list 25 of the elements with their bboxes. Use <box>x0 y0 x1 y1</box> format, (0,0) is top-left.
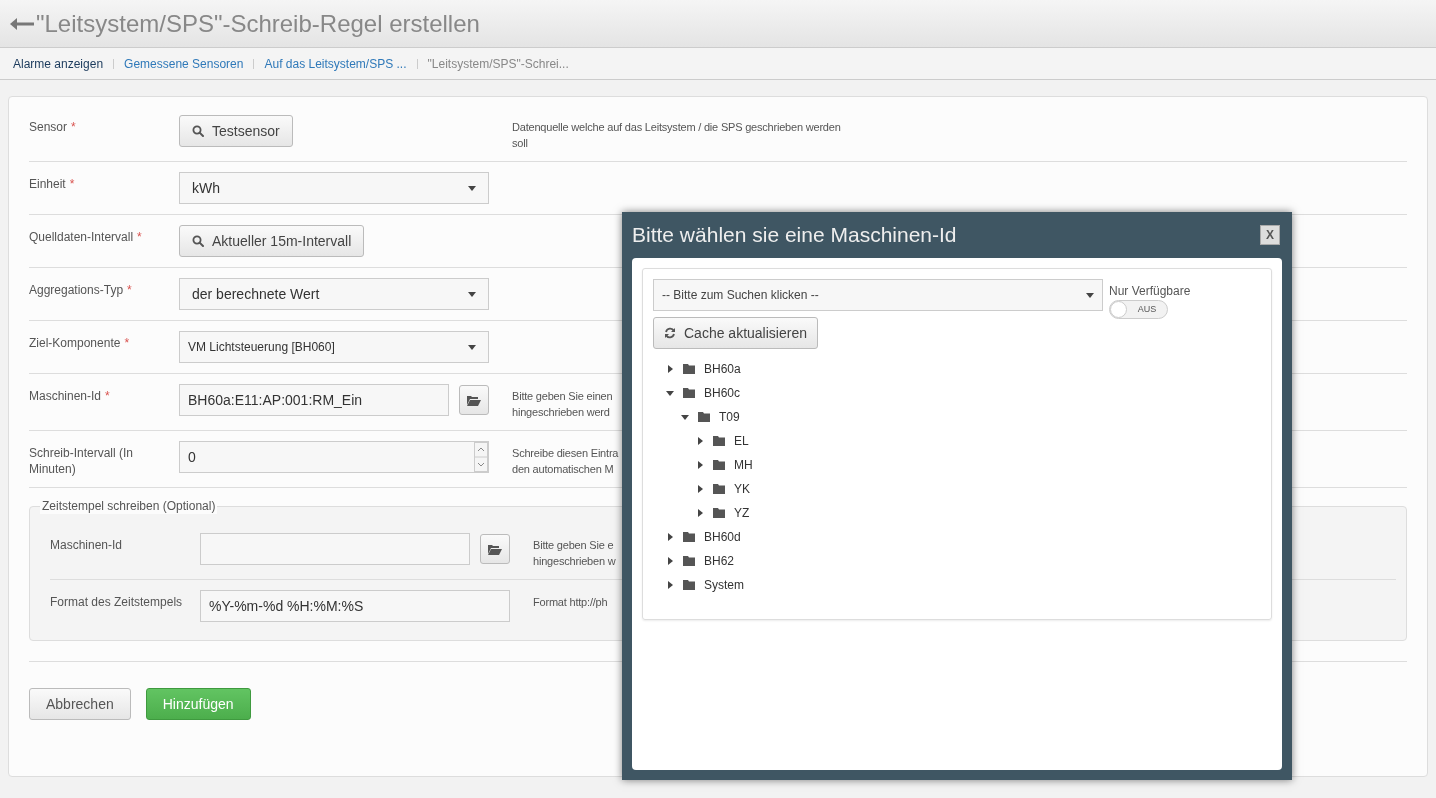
toggle-label: Nur Verfügbare <box>1109 283 1191 299</box>
field-label: Aggregations-Typ <box>29 283 124 297</box>
field-label: Maschinen-Id <box>50 538 123 552</box>
field-label: Maschinen-Id <box>29 389 102 403</box>
required-mark: * <box>105 389 110 403</box>
page-title: "Leitsystem/SPS"-Schreib-Regel erstellen <box>36 8 480 39</box>
field-label: Quelldaten-Intervall <box>29 230 134 244</box>
field-label: Sensor <box>29 120 68 134</box>
modal-title: Bitte wählen sie eine Maschinen-Id <box>632 222 957 249</box>
required-mark: * <box>69 177 75 191</box>
field-description: Datenquelle welche auf das Leitsystem / die SPS geschrieben werden soll <box>512 120 841 151</box>
required-mark: * <box>124 336 130 350</box>
required-mark: * <box>137 230 142 244</box>
field-label: Schreib-Intervall (In Minuten) <box>29 446 134 476</box>
fieldset-legend: Zeitstempel schreiben (Optional) <box>40 498 218 514</box>
required-mark: * <box>127 283 132 297</box>
field-description: Format http://ph <box>533 595 608 610</box>
field-description: Bitte geben Sie e hingeschrieben w <box>533 538 616 569</box>
required-mark: * <box>71 120 76 134</box>
field-label: Ziel-Komponente <box>29 336 121 350</box>
field-label: Einheit <box>29 177 66 191</box>
toggle-state: AUS <box>1136 302 1158 316</box>
field-description: Schreibe diesen Eintra den automatischen M <box>512 446 619 477</box>
field-label: Format des Zeitstempels <box>50 595 183 609</box>
field-description: Bitte geben Sie einen hingeschrieben werd <box>512 389 613 420</box>
